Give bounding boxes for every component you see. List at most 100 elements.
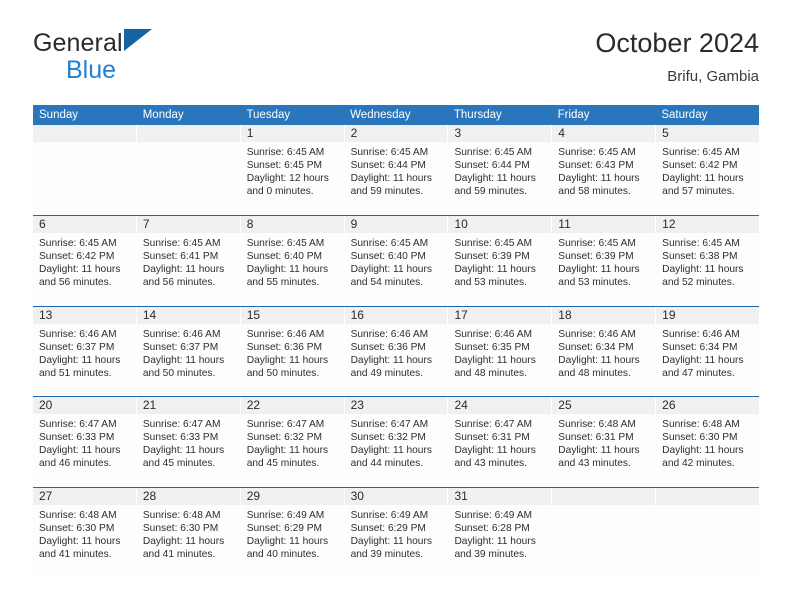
day-number: 7	[136, 216, 240, 233]
day-cell-8[interactable]: 8 Sunrise: 6:45 AM Sunset: 6:40 PM Daylight…	[239, 216, 344, 306]
daylight-text-line1: Daylight: 11 hours	[246, 354, 329, 366]
daylight-text-line1: Daylight: 11 hours	[39, 354, 121, 366]
day-cell-22[interactable]: 22 Sunrise: 6:47 AM Sunset: 6:32 PM Dayligh…	[239, 397, 344, 487]
sunset-text: Sunset: 6:28 PM	[454, 522, 530, 534]
day-cell-14[interactable]: 14 Sunrise: 6:46 AM Sunset: 6:37 PM Dayligh…	[135, 306, 240, 396]
day-details: Sunrise: 6:45 AM Sunset: 6:42 PM Daylight:…	[33, 233, 136, 289]
daylight-text-line2: and 57 minutes.	[662, 186, 735, 198]
day-cell-2[interactable]: 2 Sunrise: 6:45 AM Sunset: 6:44 PM Daylight…	[343, 125, 448, 215]
day-details: Sunrise: 6:45 AM Sunset: 6:41 PM Daylight:…	[137, 233, 240, 289]
day-details: Sunrise: 6:45 AM Sunset: 6:40 PM Daylight:…	[345, 233, 448, 289]
calendar-weeks: 1 Sunrise: 6:45 AM Sunset: 6:45 PM Daylight…	[33, 125, 760, 577]
logo-text-general: General	[33, 29, 123, 57]
day-cell-30[interactable]: 30 Sunrise: 6:49 AM Sunset: 6:29 PM Dayligh…	[343, 487, 448, 577]
day-number: 10	[448, 216, 552, 233]
sunrise-text: Sunrise: 6:49 AM	[246, 509, 325, 521]
day-cell-6[interactable]: 6 Sunrise: 6:45 AM Sunset: 6:42 PM Daylight…	[33, 216, 136, 306]
daylight-text-line1: Daylight: 11 hours	[246, 264, 329, 276]
day-number: 20	[33, 397, 136, 414]
sunrise-text: Sunrise: 6:45 AM	[558, 238, 636, 249]
calendar-week-row: 20 Sunrise: 6:47 AM Sunset: 6:33 PM Dayligh…	[33, 396, 760, 487]
day-cell-4[interactable]: 4 Sunrise: 6:45 AM Sunset: 6:43 PM Daylight…	[551, 125, 656, 215]
day-details: Sunrise: 6:47 AM Sunset: 6:32 PM Daylight:…	[345, 414, 448, 470]
day-cell-26[interactable]: 26 Sunrise: 6:48 AM Sunset: 6:30 PM Dayligh…	[655, 397, 760, 487]
daylight-text-line2: and 43 minutes.	[558, 458, 631, 470]
sunrise-text: Sunrise: 6:46 AM	[454, 328, 533, 340]
day-number: 13	[33, 306, 136, 324]
daylight-text-line2: and 55 minutes.	[246, 277, 320, 289]
calendar-week-row: 6 Sunrise: 6:45 AM Sunset: 6:42 PM Daylight…	[33, 215, 760, 306]
general-blue-logo[interactable]: General Blue	[33, 28, 253, 94]
daylight-text-line2: and 46 minutes.	[39, 458, 112, 470]
day-cell-1[interactable]: 1 Sunrise: 6:45 AM Sunset: 6:45 PM Daylight…	[239, 125, 344, 215]
weekday-header-sunday: Sunday	[39, 109, 79, 121]
weekday-header-row: Sunday Monday Tuesday Wednesday Thursday Frid…	[33, 105, 759, 125]
day-cell-12[interactable]: 12 Sunrise: 6:45 AM Sunset: 6:38 PM Dayligh…	[655, 216, 760, 306]
sunrise-text: Sunrise: 6:46 AM	[350, 328, 429, 340]
sunset-text: Sunset: 6:40 PM	[350, 251, 426, 263]
day-cell-15[interactable]: 15 Sunrise: 6:46 AM Sunset: 6:36 PM Dayligh…	[239, 306, 344, 396]
day-number: 14	[136, 306, 240, 324]
daylight-text-line2: and 41 minutes.	[142, 548, 216, 560]
day-cell-9[interactable]: 9 Sunrise: 6:45 AM Sunset: 6:40 PM Daylight…	[343, 216, 448, 306]
weekday-header-thursday: Thursday	[453, 109, 502, 121]
day-number	[33, 125, 136, 142]
daylight-text-line1: Daylight: 11 hours	[142, 535, 225, 547]
day-cell-21[interactable]: 21 Sunrise: 6:47 AM Sunset: 6:33 PM Dayligh…	[135, 397, 240, 487]
day-cell-18[interactable]: 18 Sunrise: 6:46 AM Sunset: 6:34 PM Dayligh…	[551, 306, 656, 396]
day-details: Sunrise: 6:45 AM Sunset: 6:39 PM Daylight:…	[448, 233, 551, 289]
weekday-header-saturday: Saturday	[661, 109, 708, 121]
day-number: 18	[552, 306, 656, 324]
day-number: 12	[656, 216, 760, 233]
sunset-text: Sunset: 6:33 PM	[142, 432, 219, 444]
sunset-text: Sunset: 6:32 PM	[350, 432, 426, 444]
daylight-text-line1: Daylight: 11 hours	[350, 173, 432, 185]
sunset-text: Sunset: 6:32 PM	[246, 432, 323, 444]
sunrise-text: Sunrise: 6:45 AM	[246, 147, 325, 158]
day-details: Sunrise: 6:48 AM Sunset: 6:30 PM Daylight:…	[33, 505, 136, 561]
day-number: 28	[136, 487, 240, 505]
sunrise-text: Sunrise: 6:45 AM	[454, 238, 533, 249]
daylight-text-line2: and 0 minutes.	[246, 186, 314, 198]
daylight-text-line2: and 40 minutes.	[246, 548, 320, 560]
day-details: Sunrise: 6:46 AM Sunset: 6:36 PM Daylight:…	[241, 324, 344, 380]
day-number: 26	[656, 397, 760, 414]
daylight-text-line1: Daylight: 11 hours	[662, 173, 744, 185]
day-details: Sunrise: 6:47 AM Sunset: 6:32 PM Daylight:…	[241, 414, 344, 470]
day-cell-31[interactable]: 31 Sunrise: 6:49 AM Sunset: 6:28 PM Dayligh…	[447, 487, 552, 577]
day-cell-24[interactable]: 24 Sunrise: 6:47 AM Sunset: 6:31 PM Dayligh…	[447, 397, 552, 487]
day-number: 23	[344, 397, 448, 414]
day-cell-23[interactable]: 23 Sunrise: 6:47 AM Sunset: 6:32 PM Dayligh…	[343, 397, 448, 487]
day-number: 6	[33, 216, 136, 233]
day-details: Sunrise: 6:47 AM Sunset: 6:33 PM Daylight:…	[33, 414, 136, 470]
day-cell-7[interactable]: 7 Sunrise: 6:45 AM Sunset: 6:41 PM Daylight…	[135, 216, 240, 306]
day-cell-20[interactable]: 20 Sunrise: 6:47 AM Sunset: 6:33 PM Dayligh…	[33, 397, 136, 487]
day-cell-13[interactable]: 13 Sunrise: 6:46 AM Sunset: 6:37 PM Dayligh…	[33, 306, 136, 396]
day-cell-17[interactable]: 17 Sunrise: 6:46 AM Sunset: 6:35 PM Dayligh…	[447, 306, 552, 396]
day-cell-10[interactable]: 10 Sunrise: 6:45 AM Sunset: 6:39 PM Dayligh…	[447, 216, 552, 306]
day-cell-11[interactable]: 11 Sunrise: 6:45 AM Sunset: 6:39 PM Dayligh…	[551, 216, 656, 306]
daylight-text-line1: Daylight: 11 hours	[350, 354, 432, 366]
day-details: Sunrise: 6:48 AM Sunset: 6:31 PM Daylight:…	[552, 414, 655, 470]
daylight-text-line2: and 44 minutes.	[350, 458, 424, 470]
daylight-text-line1: Daylight: 11 hours	[454, 535, 536, 547]
daylight-text-line2: and 56 minutes.	[39, 277, 112, 289]
day-number: 5	[656, 125, 760, 142]
day-cell-3[interactable]: 3 Sunrise: 6:45 AM Sunset: 6:44 PM Daylight…	[447, 125, 552, 215]
day-cell-16[interactable]: 16 Sunrise: 6:46 AM Sunset: 6:36 PM Dayligh…	[343, 306, 448, 396]
day-cell-28[interactable]: 28 Sunrise: 6:48 AM Sunset: 6:30 PM Dayligh…	[135, 487, 240, 577]
day-cell-5[interactable]: 5 Sunrise: 6:45 AM Sunset: 6:42 PM Daylight…	[655, 125, 760, 215]
daylight-text-line1: Daylight: 11 hours	[454, 264, 536, 276]
day-details: Sunrise: 6:45 AM Sunset: 6:44 PM Daylight:…	[345, 142, 448, 198]
sunset-text: Sunset: 6:41 PM	[142, 251, 219, 263]
sunset-text: Sunset: 6:33 PM	[39, 432, 115, 444]
day-cell-25[interactable]: 25 Sunrise: 6:48 AM Sunset: 6:31 PM Dayligh…	[551, 397, 656, 487]
logo-text-blue: Blue	[66, 56, 117, 84]
daylight-text-line1: Daylight: 11 hours	[662, 264, 744, 276]
day-cell-27[interactable]: 27 Sunrise: 6:48 AM Sunset: 6:30 PM Dayligh…	[33, 487, 136, 577]
daylight-text-line1: Daylight: 11 hours	[246, 445, 329, 457]
day-cell-19[interactable]: 19 Sunrise: 6:46 AM Sunset: 6:34 PM Dayligh…	[655, 306, 760, 396]
sunrise-text: Sunrise: 6:47 AM	[142, 419, 221, 430]
day-cell-29[interactable]: 29 Sunrise: 6:49 AM Sunset: 6:29 PM Dayligh…	[239, 487, 344, 577]
calendar-week-row: 27 Sunrise: 6:48 AM Sunset: 6:30 PM Dayligh…	[33, 486, 760, 577]
